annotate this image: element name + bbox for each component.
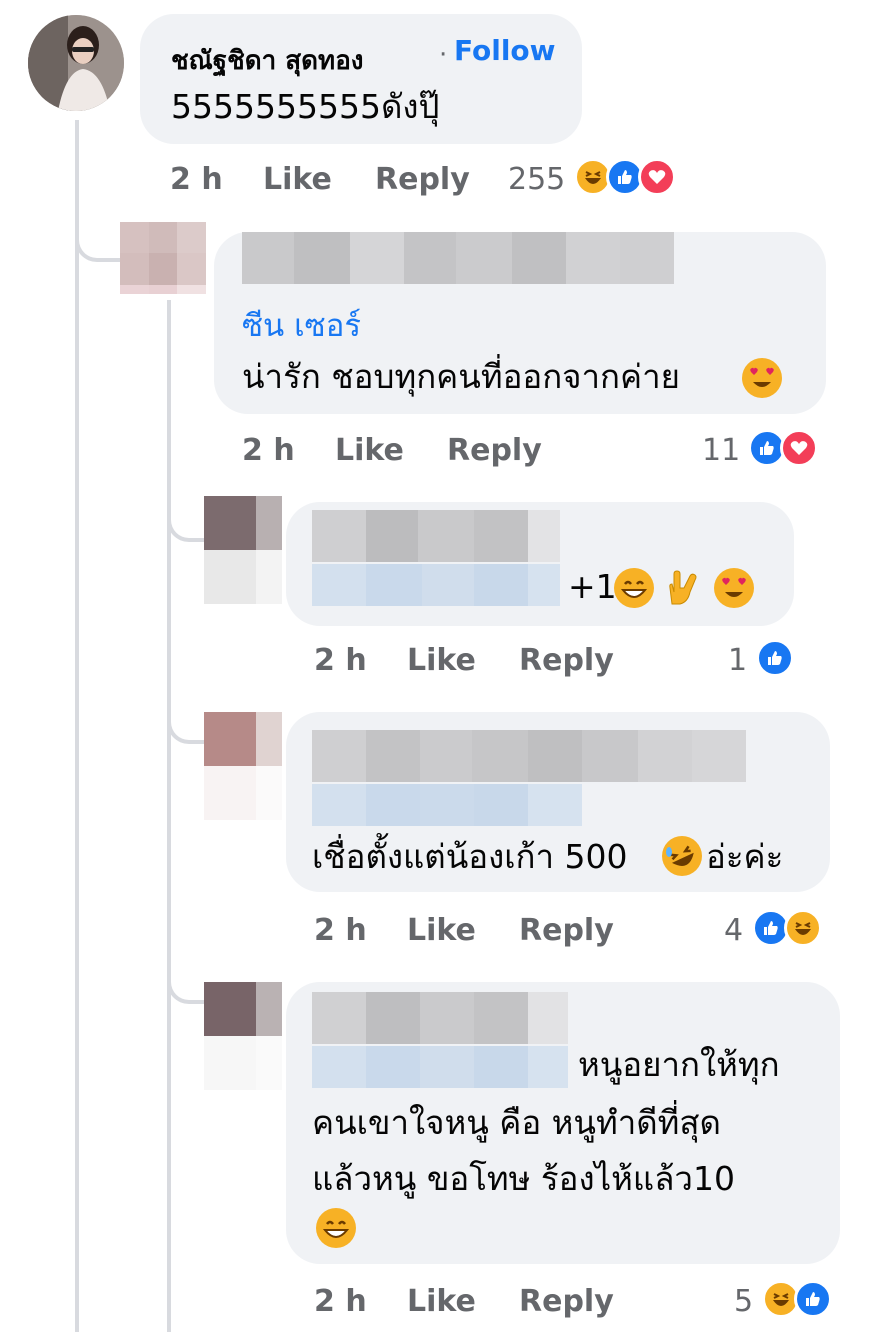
reply-button[interactable]: Reply xyxy=(519,643,614,678)
reaction-count[interactable]: 5 xyxy=(734,1284,753,1319)
reply-button[interactable]: Reply xyxy=(519,913,614,948)
comment-text-line-3: แล้วหนู ขอโทษ ร้องไห้แล้ว10 xyxy=(312,1159,735,1198)
reaction-count[interactable]: 4 xyxy=(724,913,743,948)
reply-button[interactable]: Reply xyxy=(447,433,542,468)
like-icon xyxy=(794,1280,832,1318)
comment-time[interactable]: 2 h xyxy=(170,162,223,197)
mention-tag[interactable]: ซีน เซอร์ xyxy=(242,300,361,350)
like-button[interactable]: Like xyxy=(407,1284,476,1319)
comment-text: 5555555555ดังปุ๊ xyxy=(171,87,440,126)
avatar-blurred[interactable] xyxy=(120,222,206,294)
name-blurred[interactable] xyxy=(242,232,674,284)
haha-icon xyxy=(784,909,822,947)
thread-connector xyxy=(167,700,205,744)
like-button[interactable]: Like xyxy=(263,162,332,197)
love-icon xyxy=(780,429,818,467)
love-icon xyxy=(638,158,676,196)
rock-hand-emoji-icon xyxy=(662,568,702,608)
heart-eyes-emoji-icon xyxy=(742,358,782,398)
like-button[interactable]: Like xyxy=(407,913,476,948)
follow-button[interactable]: Follow xyxy=(454,34,556,67)
thread-connector xyxy=(75,210,123,262)
grin-emoji-icon xyxy=(614,568,654,608)
avatar-photo xyxy=(28,15,124,111)
grin-emoji-icon xyxy=(316,1208,356,1248)
name-blurred[interactable] xyxy=(312,730,746,782)
reaction-icons[interactable] xyxy=(756,639,794,677)
reaction-count[interactable]: 255 xyxy=(508,162,565,197)
comment-time[interactable]: 2 h xyxy=(314,1284,367,1319)
avatar-blurred[interactable] xyxy=(204,982,282,1090)
rofl-emoji-icon xyxy=(662,836,702,876)
avatar[interactable] xyxy=(28,15,124,111)
like-icon xyxy=(756,639,794,677)
thread-connector xyxy=(167,490,205,542)
reply-button[interactable]: Reply xyxy=(375,162,470,197)
like-button[interactable]: Like xyxy=(407,643,476,678)
avatar-blurred[interactable] xyxy=(204,496,282,604)
mention-blurred[interactable] xyxy=(312,1046,568,1088)
reaction-count[interactable]: 11 xyxy=(702,433,740,468)
mention-blurred[interactable] xyxy=(312,784,582,826)
comment-time[interactable]: 2 h xyxy=(314,643,367,678)
reaction-icons[interactable] xyxy=(574,158,676,196)
avatar-blurred[interactable] xyxy=(204,712,282,820)
comment-time[interactable]: 2 h xyxy=(242,433,295,468)
commenter-name[interactable]: ชณัฐชิดา สุดทอง xyxy=(171,40,364,81)
comment-text: เชื่อตั้งแต่น้องเก้า 500 xyxy=(312,837,628,876)
reaction-icons[interactable] xyxy=(752,909,822,947)
reaction-count[interactable]: 1 xyxy=(728,643,747,678)
comment-text-suffix: อ่ะค่ะ xyxy=(706,837,784,876)
thread-connector xyxy=(167,960,205,1004)
comment-text: +1 xyxy=(568,567,617,606)
comment-time[interactable]: 2 h xyxy=(314,913,367,948)
comment-text: น่ารัก ชอบทุกคนที่ออกจากค่าย xyxy=(242,357,680,396)
like-button[interactable]: Like xyxy=(335,433,404,468)
name-blurred[interactable] xyxy=(312,510,560,562)
heart-eyes-emoji-icon xyxy=(714,568,754,608)
follow-separator: · xyxy=(439,40,448,70)
name-blurred[interactable] xyxy=(312,992,568,1044)
comment-text-line-2: คนเขาใจหนู คือ หนูทำดีที่สุด xyxy=(312,1103,721,1142)
reaction-icons[interactable] xyxy=(748,429,818,467)
reply-button[interactable]: Reply xyxy=(519,1284,614,1319)
comment-text-line-1: หนูอยากให้ทุก xyxy=(578,1045,780,1084)
reaction-icons[interactable] xyxy=(762,1280,832,1318)
thread-line-replies xyxy=(167,300,171,1332)
mention-blurred[interactable] xyxy=(312,564,560,606)
thread-line-main xyxy=(75,120,79,1332)
